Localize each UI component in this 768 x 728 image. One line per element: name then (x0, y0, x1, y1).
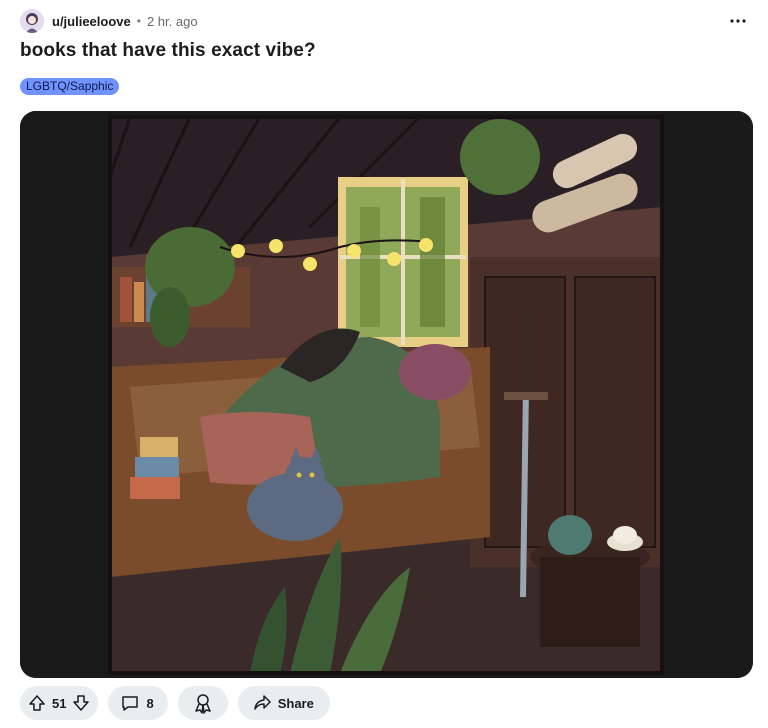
comment-count: 8 (146, 695, 154, 711)
award-icon (192, 692, 214, 714)
upvote-arrow-icon[interactable] (28, 694, 46, 712)
post-title[interactable]: books that have this exact vibe? (20, 40, 316, 62)
share-arrow-icon (252, 693, 272, 713)
post-timestamp: 2 hr. ago (146, 13, 198, 29)
share-button[interactable]: Share (237, 686, 330, 720)
upvote-count: 51 (52, 695, 67, 711)
share-label: Share (277, 695, 314, 711)
vote-control: 51 (20, 686, 99, 720)
post-image[interactable] (20, 111, 753, 678)
post-flair[interactable]: LGBTQ/Sapphic (20, 78, 120, 95)
award-button[interactable] (177, 686, 228, 720)
separator-dot: • (136, 14, 141, 28)
comments-button[interactable]: 8 (108, 686, 168, 720)
post-header: u/julieeloove • 2 hr. ago (20, 8, 752, 34)
attic-illustration (108, 115, 664, 675)
downvote-arrow-icon[interactable] (72, 694, 90, 712)
user-avatar[interactable] (20, 9, 44, 33)
more-options-button[interactable] (724, 7, 752, 35)
post-author[interactable]: u/julieeloove (52, 14, 131, 29)
post-actions: 51 8 Share (20, 686, 330, 720)
more-horizontal-icon (730, 19, 746, 23)
comment-bubble-icon (120, 693, 140, 713)
